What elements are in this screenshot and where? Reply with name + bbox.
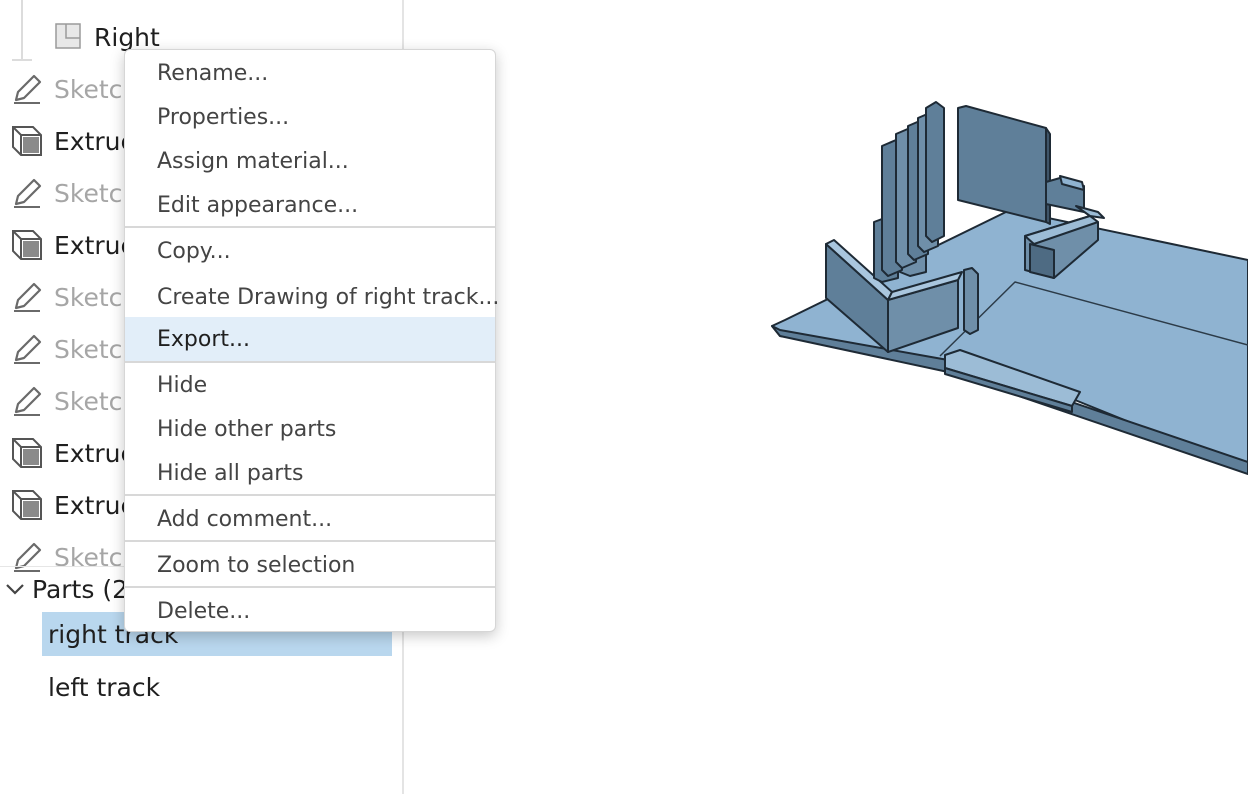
plane-icon — [55, 23, 81, 49]
extrude-icon — [12, 126, 42, 156]
menu-separator — [125, 540, 495, 542]
menu-item-create-drawing[interactable]: Create Drawing of right track... — [125, 275, 499, 319]
sketch-icon — [14, 334, 42, 364]
part-3d-model[interactable] — [404, 0, 1248, 794]
menu-item-copy[interactable]: Copy... — [125, 229, 495, 273]
menu-item-zoom-to-selection[interactable]: Zoom to selection — [125, 543, 495, 587]
part-item-left-track[interactable]: left track — [42, 665, 392, 709]
parts-header-label: Parts (2 — [32, 574, 128, 604]
sketch-icon — [14, 282, 42, 312]
tree-item-label: Sketc — [54, 334, 123, 364]
tree-item-extrude[interactable]: Extruc — [10, 121, 134, 161]
sketch-icon — [14, 542, 42, 572]
menu-item-hide[interactable]: Hide — [125, 363, 495, 407]
sketch-icon — [14, 74, 42, 104]
sketch-icon — [14, 178, 42, 208]
parts-section-header[interactable]: Parts (2 — [4, 570, 128, 608]
menu-item-hide-all-parts[interactable]: Hide all parts — [125, 451, 495, 495]
tree-item-sketch[interactable]: Sketc — [10, 69, 122, 109]
extrude-icon — [12, 438, 42, 468]
menu-item-edit-appearance[interactable]: Edit appearance... — [125, 183, 495, 227]
extrude-icon — [12, 490, 42, 520]
part-item-label: left track — [48, 672, 161, 702]
menu-separator — [125, 226, 495, 228]
tree-item-label: Sketc — [54, 386, 123, 416]
tree-item-extrude[interactable]: Extruc — [10, 225, 134, 265]
tree-guide-line — [12, 59, 32, 61]
tree-item-label: Extruc — [54, 490, 135, 520]
tree-item-label: Sketc — [54, 74, 123, 104]
tree-item-label: Right — [94, 22, 160, 52]
menu-separator — [125, 494, 495, 496]
sketch-icon — [14, 386, 42, 416]
tree-item-label: Extruc — [54, 438, 135, 468]
extrude-icon — [12, 230, 42, 260]
menu-item-delete[interactable]: Delete... — [125, 589, 495, 633]
menu-item-export[interactable]: Export... — [125, 317, 495, 361]
menu-separator — [125, 586, 495, 588]
tree-item-sketch[interactable]: Sketc — [10, 173, 122, 213]
tree-item-label: Extruc — [54, 230, 135, 260]
tree-guide-line — [21, 0, 23, 60]
tree-item-label: Sketc — [54, 542, 123, 572]
menu-item-properties[interactable]: Properties... — [125, 95, 495, 139]
graphics-viewport[interactable] — [404, 0, 1248, 794]
tree-item-label: Extruc — [54, 126, 135, 156]
menu-item-assign-material[interactable]: Assign material... — [125, 139, 495, 183]
tree-item-label: Sketc — [54, 178, 123, 208]
menu-item-add-comment[interactable]: Add comment... — [125, 497, 495, 541]
tree-item-extrude[interactable]: Extruc — [10, 485, 134, 525]
tree-item-extrude[interactable]: Extruc — [10, 433, 134, 473]
context-menu: Rename... Properties... Assign material.… — [124, 49, 499, 633]
tree-item-sketch[interactable]: Sketc — [10, 277, 122, 317]
tree-item-sketch[interactable]: Sketc — [10, 381, 122, 421]
tree-item-sketch[interactable]: Sketc — [10, 329, 122, 369]
menu-item-rename[interactable]: Rename... — [125, 51, 495, 95]
chevron-down-icon[interactable] — [4, 578, 26, 600]
menu-item-hide-other-parts[interactable]: Hide other parts — [125, 407, 495, 451]
tree-item-label: Sketc — [54, 282, 123, 312]
